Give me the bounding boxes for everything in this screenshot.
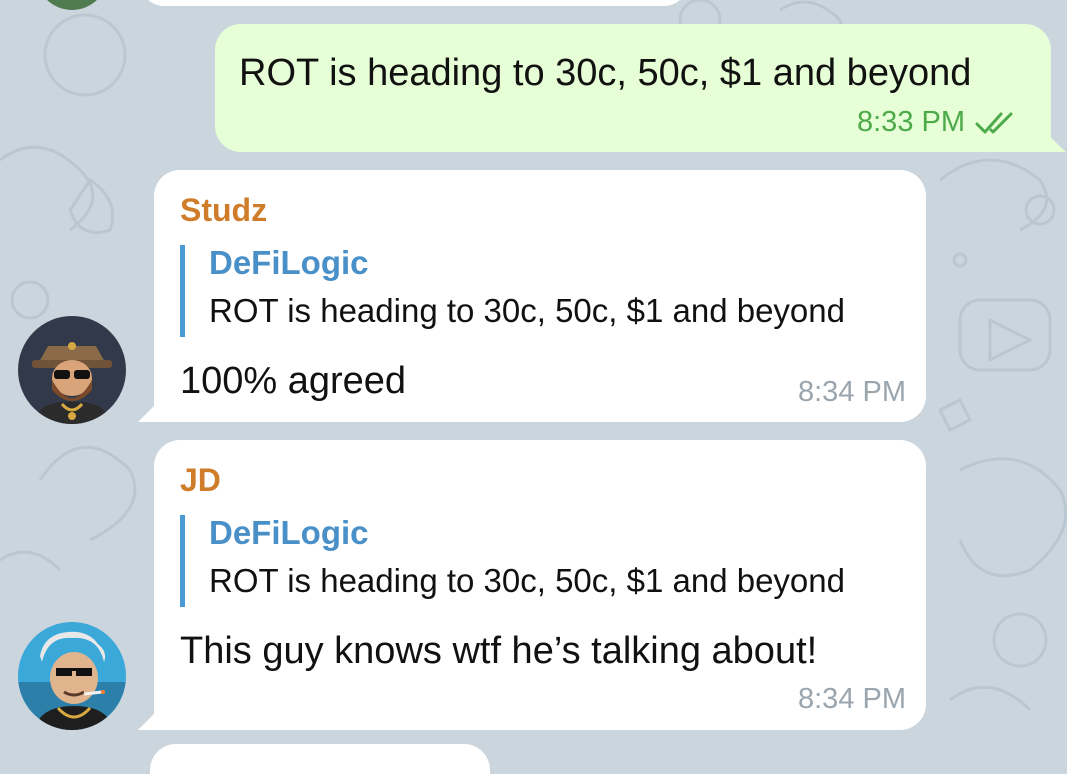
outgoing-message-meta: 8:33 PM [857,106,1021,139]
outgoing-message-time: 8:33 PM [857,106,965,138]
message-text: This guy knows wtf he’s talking about! [180,630,818,672]
incoming-message-bubble[interactable]: Studz DeFiLogic ROT is heading to 30c, 5… [154,170,926,422]
message-time: 8:34 PM [798,376,906,408]
next-message-bubble[interactable] [150,744,490,774]
previous-message-bubble[interactable] [140,0,688,6]
sender-name[interactable]: JD [180,462,221,499]
message-text: 100% agreed [180,360,407,402]
incoming-bubble-tail [138,404,156,422]
sunglasses-man-avatar-icon[interactable] [18,622,126,730]
outgoing-message-text: ROT is heading to 30c, 50c, $1 and beyon… [239,52,972,94]
outgoing-bubble-tail [1046,133,1066,152]
incoming-bubble-tail [138,712,156,730]
double-check-read-icon [975,112,1013,133]
reply-quote[interactable]: DeFiLogic ROT is heading to 30c, 50c, $1… [180,514,845,607]
reply-author: DeFiLogic [209,244,369,281]
reply-text: ROT is heading to 30c, 50c, $1 and beyon… [209,292,845,329]
message-time: 8:34 PM [798,683,906,715]
sender-name[interactable]: Studz [180,192,267,229]
reply-author: DeFiLogic [209,514,369,551]
reply-text: ROT is heading to 30c, 50c, $1 and beyon… [209,562,845,599]
bearded-man-avatar-icon[interactable] [18,316,126,424]
incoming-message-bubble[interactable]: JD DeFiLogic ROT is heading to 30c, 50c,… [154,440,926,730]
reply-quote[interactable]: DeFiLogic ROT is heading to 30c, 50c, $1… [180,244,845,337]
outgoing-message-bubble[interactable]: ROT is heading to 30c, 50c, $1 and beyon… [215,24,1051,152]
